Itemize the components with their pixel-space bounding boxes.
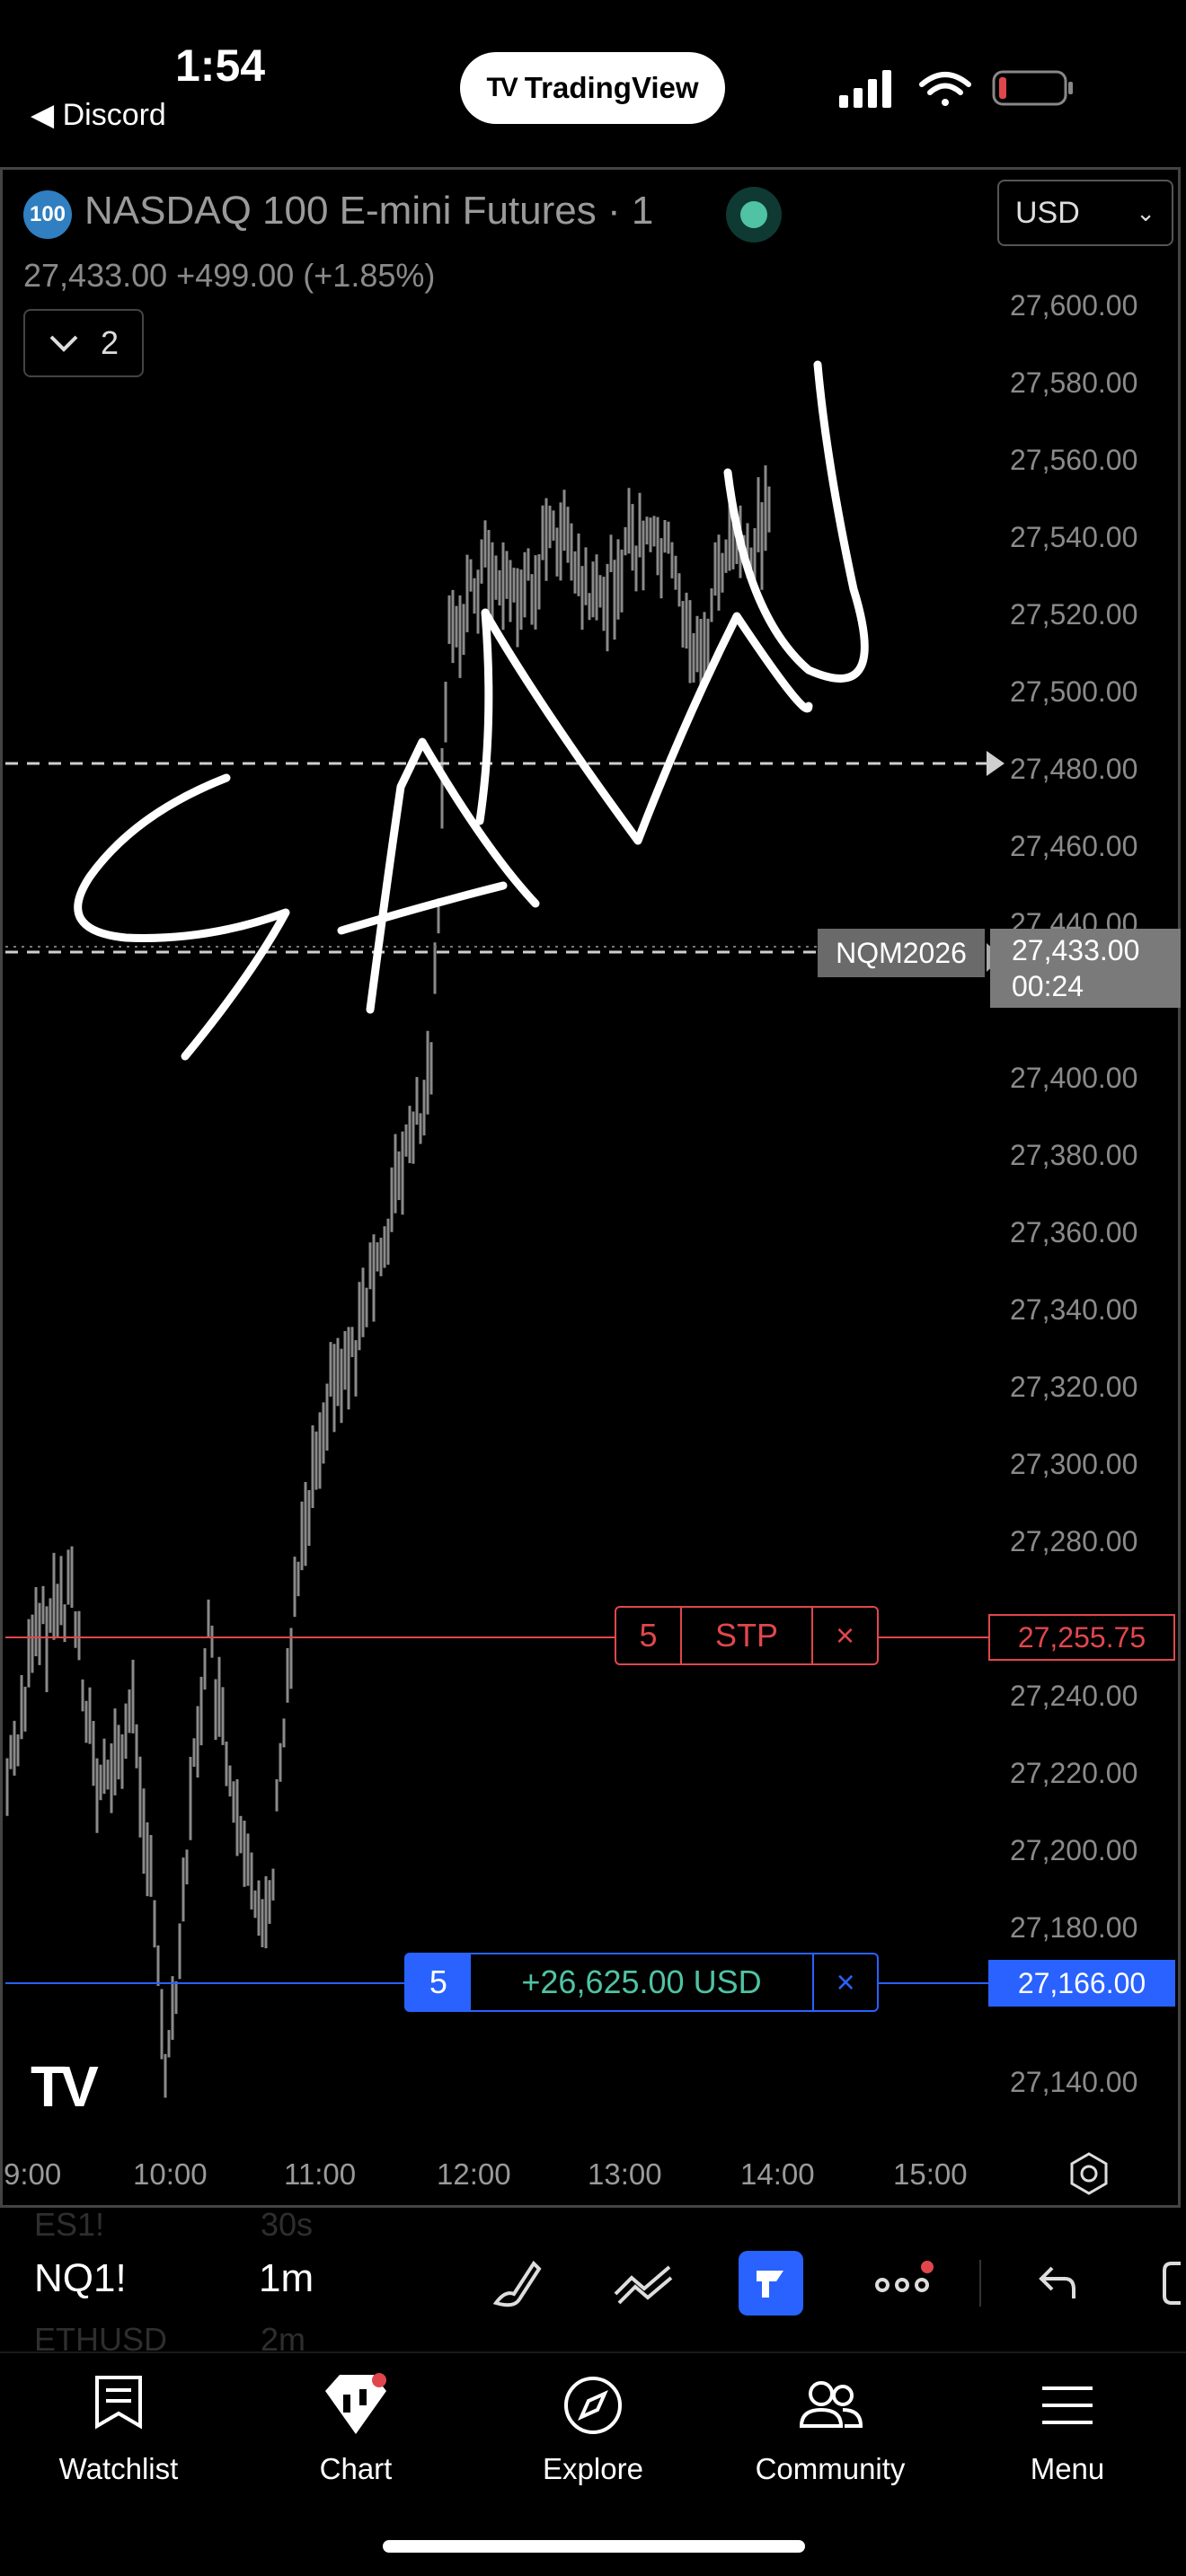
- price-axis-tick: 27,560.00: [1010, 444, 1138, 476]
- app-title-pill: TV TradingView: [460, 52, 725, 124]
- chart-settings-icon[interactable]: [1066, 2150, 1112, 2197]
- time-axis-tick: 14:00: [740, 2157, 815, 2191]
- position-close-icon[interactable]: ×: [814, 1954, 877, 2010]
- ghost-symbol-above: ES1!: [34, 2206, 105, 2243]
- home-indicator[interactable]: [383, 2540, 805, 2553]
- fullscreen-icon[interactable]: [1150, 2251, 1186, 2316]
- time-axis-tick: 11:00: [284, 2157, 357, 2191]
- symbol-picker[interactable]: NQ1!: [34, 2256, 127, 2301]
- current-price-label: 27,433.00 00:24: [990, 929, 1181, 1008]
- time-axis-tick: 10:00: [133, 2157, 208, 2191]
- brush-tool-icon[interactable]: [483, 2251, 548, 2316]
- symbol-title[interactable]: NASDAQ 100 E-mini Futures · 1: [84, 189, 653, 234]
- price-axis-tick: 27,480.00: [1010, 753, 1138, 785]
- price-axis-tick: 27,360.00: [1010, 1216, 1138, 1248]
- nav-label: Community: [755, 2452, 906, 2485]
- symbol-badge: 100: [23, 190, 72, 239]
- position-pnl[interactable]: +26,625.00 USD: [471, 1954, 815, 2010]
- current-price-value: 27,433.00: [1012, 934, 1140, 966]
- ghost-interval-above: 30s: [261, 2206, 314, 2243]
- price-axis-tick: 27,460.00: [1010, 830, 1138, 862]
- price-axis-tick: 27,140.00: [1010, 2066, 1138, 2098]
- back-to-discord-link[interactable]: ◀ Discord: [31, 97, 166, 133]
- stop-order-close-icon[interactable]: ×: [813, 1608, 877, 1663]
- price-axis-tick: 27,540.00: [1010, 521, 1138, 553]
- nav-label: Explore: [543, 2452, 643, 2485]
- trading-panel-icon[interactable]: [739, 2251, 803, 2316]
- nav-menu[interactable]: Menu: [960, 2369, 1175, 2486]
- tradingview-logo-icon: TV: [486, 73, 518, 102]
- price-axis-tick: 27,340.00: [1010, 1293, 1138, 1326]
- price-axis-tick: 27,280.00: [1010, 1525, 1138, 1557]
- indicator-count: 2: [100, 324, 119, 361]
- price-axis-tick: 27,220.00: [1010, 1757, 1138, 1789]
- wifi-icon: [919, 72, 971, 106]
- position-qty[interactable]: 5: [406, 1954, 471, 2010]
- nav-chart[interactable]: Chart: [248, 2369, 464, 2486]
- stop-order-qty[interactable]: 5: [616, 1608, 682, 1663]
- nav-label: Watchlist: [58, 2452, 179, 2485]
- interval-picker[interactable]: 1m: [259, 2256, 314, 2301]
- price-axis-tick: 27,300.00: [1010, 1448, 1138, 1480]
- bar-countdown: 00:24: [1012, 970, 1084, 1002]
- toolbar-divider: [979, 2260, 981, 2307]
- hamburger-menu-icon: [1042, 2386, 1093, 2424]
- price-axis-tick: 27,180.00: [1010, 1911, 1138, 1944]
- watchlist-icon: [95, 2376, 142, 2430]
- price-axis-tick: 27,520.00: [1010, 598, 1138, 631]
- chevron-down-icon: ⌄: [1136, 198, 1155, 226]
- time-axis-tick: 9:00: [4, 2157, 62, 2191]
- status-icons: [839, 70, 1073, 108]
- market-open-dot: [740, 201, 767, 228]
- price-axis-tick: 27,580.00: [1010, 366, 1138, 399]
- community-icon: [799, 2381, 863, 2428]
- position-widget[interactable]: 5 +26,625.00 USD ×: [404, 1953, 879, 2012]
- chevron-down-icon: [49, 335, 78, 352]
- compass-icon: [564, 2377, 622, 2434]
- stop-order-widget[interactable]: 5 STP ×: [615, 1606, 879, 1665]
- symbol-price-label: NQM2026: [818, 929, 985, 977]
- entry-price-label: 27,166.00: [988, 1960, 1175, 2007]
- app-title: TradingView: [524, 71, 699, 104]
- nav-watchlist[interactable]: Watchlist: [11, 2369, 226, 2486]
- stop-price-label: 27,255.75: [988, 1614, 1175, 1661]
- price-axis-tick: 27,500.00: [1010, 675, 1138, 708]
- signal-icon: [839, 70, 891, 108]
- alert-line-arrow-icon: [987, 751, 1005, 776]
- price-axis-tick: 27,600.00: [1010, 289, 1138, 322]
- price-chart[interactable]: [0, 167, 1181, 2208]
- stop-order-type[interactable]: STP: [682, 1608, 813, 1663]
- time-axis-tick: 13:00: [588, 2157, 662, 2191]
- battery-low-icon: [992, 70, 1073, 106]
- price-axis-tick: 27,380.00: [1010, 1139, 1138, 1171]
- price-axis-tick: 27,200.00: [1010, 1834, 1138, 1866]
- price-quote: 27,433.00 +499.00 (+1.85%): [23, 257, 436, 294]
- nav-explore[interactable]: Explore: [485, 2369, 701, 2486]
- status-time: 1:54: [175, 40, 266, 91]
- price-axis-tick: 27,320.00: [1010, 1371, 1138, 1403]
- undo-icon[interactable]: [1024, 2251, 1089, 2316]
- market-status-icon[interactable]: [726, 187, 782, 243]
- currency-select[interactable]: USD ⌄: [997, 180, 1173, 246]
- time-axis-tick: 12:00: [437, 2157, 511, 2191]
- price-axis-tick: 27,400.00: [1010, 1062, 1138, 1094]
- nav-label: Menu: [1030, 2452, 1105, 2485]
- time-axis-tick: 15:00: [893, 2157, 968, 2191]
- candle-series: [5, 465, 771, 2098]
- nav-label: Chart: [319, 2452, 393, 2485]
- trend-line-tool-icon[interactable]: [611, 2251, 676, 2316]
- nav-community[interactable]: Community: [722, 2369, 938, 2486]
- currency-value: USD: [1015, 195, 1080, 230]
- more-tools-icon[interactable]: [872, 2251, 936, 2316]
- tradingview-watermark-logo: TV: [31, 2054, 99, 2119]
- chart-icon: [325, 2373, 386, 2434]
- price-axis-tick: 27,240.00: [1010, 1680, 1138, 1712]
- indicators-collapse-button[interactable]: 2: [23, 309, 144, 377]
